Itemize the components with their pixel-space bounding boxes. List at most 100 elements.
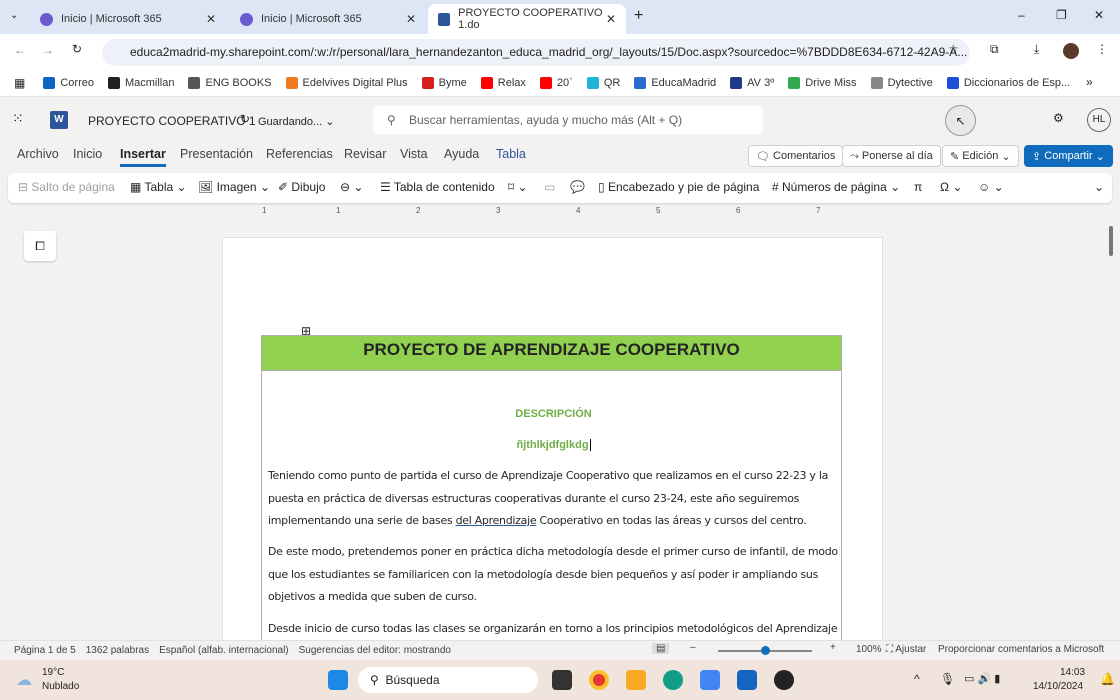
profile-avatar[interactable]: [1063, 43, 1079, 59]
drawing-button[interactable]: ✐ Dibujo: [278, 180, 325, 194]
weather[interactable]: Nublado: [42, 681, 79, 692]
close-tab-icon[interactable]: ✕: [206, 12, 216, 26]
zoom-slider-thumb[interactable]: [761, 646, 770, 655]
search-input[interactable]: ⚲ Buscar herramientas, ayuda y mucho más …: [373, 106, 763, 134]
menu-icon[interactable]: ⋮: [1096, 42, 1108, 56]
new-tab-icon[interactable]: +: [634, 7, 643, 25]
save-status[interactable]: Guardando... ⌄: [258, 115, 335, 128]
clock-date[interactable]: 14/10/2024: [1033, 681, 1083, 692]
link-button[interactable]: ⊖ ⌄: [340, 180, 363, 194]
download-icon[interactable]: ⤓: [1034, 42, 1039, 57]
bookmark-item[interactable]: Edelvives Digital Plus: [285, 77, 408, 89]
notes-app-icon[interactable]: [700, 670, 720, 690]
vertical-scrollbar[interactable]: [1109, 226, 1113, 256]
minimize-icon[interactable]: –: [1018, 8, 1025, 22]
image-button[interactable]: 🖼 Imagen ⌄: [198, 180, 270, 194]
network-volume-battery-icons[interactable]: ▭ 🔊 ▮: [964, 672, 1000, 685]
more-bookmarks-icon[interactable]: »: [1086, 75, 1093, 89]
equation-button[interactable]: π: [914, 180, 922, 194]
typed-text[interactable]: ñjthlkjdfglkdg: [223, 439, 884, 451]
ribbon-tab-vista[interactable]: Vista: [400, 147, 428, 161]
paragraph-2[interactable]: De este modo, pretendemos poner en práct…: [268, 541, 838, 609]
editor-suggestions[interactable]: Sugerencias del editor: mostrando: [299, 645, 451, 656]
bookmark-item[interactable]: EducaMadrid: [634, 77, 716, 89]
clock-time[interactable]: 14:03: [1060, 667, 1085, 678]
ribbon-tab-presentación[interactable]: Presentación: [180, 147, 253, 161]
video-icon[interactable]: ▭: [544, 180, 555, 194]
zoom-in-button[interactable]: +: [830, 642, 836, 653]
document-page[interactable]: ⊞ PROYECTO DE APRENDIZAJE COOPERATIVO DE…: [222, 237, 883, 640]
user-avatar[interactable]: HL: [1087, 108, 1111, 132]
bookmark-star-icon[interactable]: ☆: [948, 42, 959, 56]
bookmark-item[interactable]: Macmillan: [107, 77, 174, 89]
toc-button[interactable]: ☰ Tabla de contenido: [380, 180, 495, 194]
comment-insert-icon[interactable]: 💬: [570, 180, 585, 194]
editing-mode-button[interactable]: ✎ Edición ⌄: [942, 145, 1019, 167]
table-button[interactable]: ▦ Tabla ⌄: [130, 180, 187, 194]
ribbon-tab-referencias[interactable]: Referencias: [266, 147, 333, 161]
app-launcher-icon[interactable]: ⁙: [12, 110, 24, 127]
mail-icon[interactable]: [737, 670, 757, 690]
share-button[interactable]: ⇪ Compartir ⌄: [1024, 145, 1113, 167]
reload-icon[interactable]: ↻: [72, 42, 82, 56]
ribbon-tab-insertar[interactable]: Insertar: [120, 147, 166, 167]
browser-tab-1[interactable]: Inicio | Microsoft 365 ✕: [30, 4, 226, 34]
browser-tab-2[interactable]: Inicio | Microsoft 365 ✕: [230, 4, 426, 34]
document-title-cell[interactable]: PROYECTO DE APRENDIZAJE COOPERATIVO: [261, 335, 842, 371]
close-tab-icon[interactable]: ✕: [406, 12, 416, 26]
bookmark-item[interactable]: Byme: [421, 77, 467, 89]
obs-icon[interactable]: [774, 670, 794, 690]
navigation-pane-icon[interactable]: ⧠: [24, 231, 56, 261]
language[interactable]: Español (alfab. internacional): [159, 645, 289, 656]
feedback-link[interactable]: Proporcionar comentarios a Microsoft: [938, 644, 1104, 655]
bookmark-item[interactable]: QR: [586, 77, 620, 89]
restore-icon[interactable]: ❐: [1056, 8, 1067, 22]
expand-ribbon-icon[interactable]: ⌄: [1094, 180, 1104, 194]
paragraph-1[interactable]: Teniendo como punto de partida el curso …: [268, 465, 838, 533]
page-numbers-button[interactable]: # Números de página ⌄: [772, 180, 900, 194]
extensions-icon[interactable]: ⧉: [990, 42, 999, 57]
header-footer-button[interactable]: ▯ Encabezado y pie de página: [598, 180, 759, 194]
ribbon-tab-archivo[interactable]: Archivo: [17, 147, 59, 161]
horizontal-ruler[interactable]: 1 1 2 3 4 5 6 7: [222, 205, 882, 218]
page-count[interactable]: Página 1 de 5: [14, 645, 76, 656]
ribbon-tab-ayuda[interactable]: Ayuda: [444, 147, 479, 161]
windows-start-icon[interactable]: [328, 670, 348, 690]
page-break-button[interactable]: ⊟ Salto de página: [18, 180, 115, 194]
ribbon-tab-tabla[interactable]: Tabla: [496, 147, 526, 161]
word-count[interactable]: 1362 palabras: [86, 645, 149, 656]
zoom-level[interactable]: 100%: [856, 644, 882, 655]
url-input[interactable]: educa2madrid-my.sharepoint.com/:w:/r/per…: [102, 39, 970, 66]
catchup-button[interactable]: ⤳ Ponerse al día: [842, 145, 941, 167]
temperature[interactable]: 19°C: [42, 667, 64, 678]
bookmark-item[interactable]: ENG BOOKS: [188, 77, 272, 89]
back-icon[interactable]: ←: [14, 43, 26, 57]
bookmark-item[interactable]: AV 3º: [730, 77, 774, 89]
section-heading[interactable]: DESCRIPCIÓN: [223, 408, 884, 420]
close-tab-icon[interactable]: ✕: [606, 12, 616, 26]
comments-button[interactable]: 🗨 Comentarios: [748, 145, 844, 167]
tab-list-chevron-icon[interactable]: ⌄: [10, 10, 18, 21]
tray-overflow-icon[interactable]: ^: [914, 672, 920, 686]
fit-button[interactable]: ⛶ Ajustar: [886, 644, 926, 655]
emoji-button[interactable]: ☺ ⌄: [978, 180, 1004, 194]
ribbon-tab-revisar[interactable]: Revisar: [344, 147, 386, 161]
bookmark-item[interactable]: 20`: [539, 77, 573, 89]
bookmark-item[interactable]: Correo: [43, 77, 94, 89]
chrome-icon[interactable]: [589, 670, 609, 690]
close-window-icon[interactable]: ✕: [1094, 8, 1104, 22]
ribbon-tab-inicio[interactable]: Inicio: [73, 147, 102, 161]
taskbar-search[interactable]: ⚲ Búsqueda: [358, 667, 538, 693]
symbol-button[interactable]: Ω ⌄: [940, 180, 962, 194]
zoom-out-button[interactable]: –: [690, 642, 696, 653]
microphone-icon[interactable]: 🎙: [940, 672, 955, 686]
bookmark-item[interactable]: Dytective: [870, 77, 933, 89]
bookmark-item[interactable]: Drive Miss: [788, 77, 857, 89]
zoom-slider[interactable]: [718, 646, 812, 655]
file-explorer-icon[interactable]: [626, 670, 646, 690]
edge-icon[interactable]: [663, 670, 683, 690]
reading-view-icon[interactable]: ▤: [652, 643, 670, 654]
apps-grid-icon[interactable]: ▦: [14, 76, 25, 90]
bookmark-item[interactable]: Diccionarios de Esp...: [946, 77, 1070, 89]
paragraph-3[interactable]: Desde inicio de curso todas las clases s…: [268, 618, 838, 640]
